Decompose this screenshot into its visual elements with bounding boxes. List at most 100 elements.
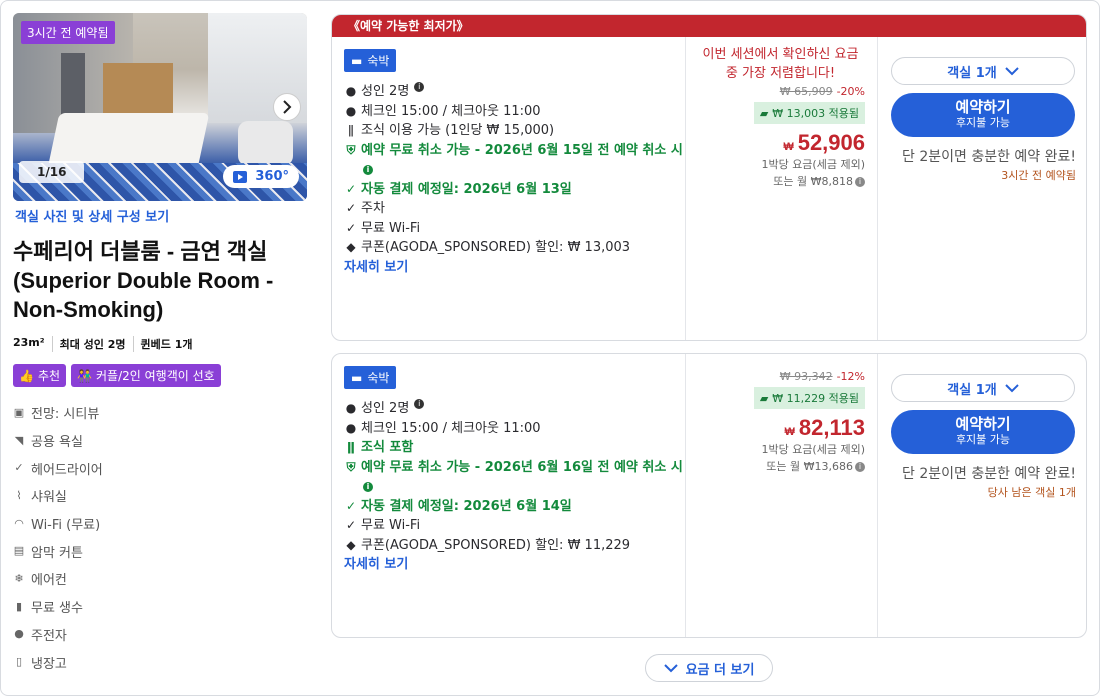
see-details-link[interactable]: 자세히 보기 — [344, 258, 408, 278]
parking-row: ✓ 주차 — [344, 199, 685, 219]
guests-label: 성인 2명 — [361, 401, 410, 416]
amenity-item: ◥ 공용 욕실 — [13, 427, 309, 455]
tag-couples: 👫 커플/2인 여행객이 선호 — [71, 364, 221, 387]
room-specs: 23m² 최대 성인 2명 퀸베드 1개 — [13, 336, 309, 352]
info-icon[interactable]: i — [855, 462, 865, 472]
room-title: 수페리어 더블룸 - 금연 객실 (Superior Double Room -… — [13, 239, 274, 322]
curtain-icon: ▤ — [13, 544, 25, 558]
amenity-label: 주전자 — [31, 628, 67, 644]
person-icon: ● — [345, 103, 357, 118]
checkin-row: ● 체크인 15:00 / 체크아웃 11:00 — [344, 419, 685, 439]
stay-badge: ▬ 숙박 — [344, 49, 397, 72]
info-icon[interactable]: i — [855, 177, 865, 187]
payment-row: ✓ 자동 결제 예정일: 2026년 6월 14일 — [344, 497, 685, 517]
check-icon: ✓ — [345, 498, 357, 513]
payment-label: 자동 결제 예정일: 2026년 6월 14일 — [361, 498, 572, 514]
price-column: 이번 세션에서 확인하신 요금 중 가장 저렴합니다! ₩ 65,909 -20%… — [685, 37, 877, 340]
offer-features: ▬ 숙박 ● 성인 2명 i ● 체크인 15:00 / 체크아웃 11:00 ǁ 조식… — [332, 354, 685, 637]
more-rates-button[interactable]: 요금 더 보기 — [645, 654, 773, 682]
info-icon[interactable]: i — [414, 399, 425, 409]
amenity-item: ⌇ 샤워실 — [13, 482, 309, 510]
water-icon: ▮ — [15, 599, 23, 613]
amenity-label: 에어컨 — [31, 573, 67, 589]
price-value: 82,113 — [798, 415, 865, 440]
booking-column: 객실 1개 예약하기 후지불 가능 단 2분이면 충분한 예약 완료! 3시간 … — [877, 37, 1086, 340]
booked-badge: 3시간 전 예약됨 — [21, 21, 115, 44]
cancel-label: 예약 무료 취소 가능 - 2026년 6월 15일 전 예약 취소 시 i — [361, 141, 685, 180]
check-icon: ✓ — [14, 461, 24, 475]
chevron-down-icon — [1005, 383, 1019, 392]
lowest-price-banner: 《예약 가능한 최저가》 — [332, 15, 1086, 37]
person-icon: ● — [345, 84, 357, 98]
coupon-applied-badge: ▰ ₩ 13,003 적용됨 — [753, 102, 865, 124]
info-icon[interactable]: i — [363, 164, 373, 175]
view-360-label: 360° — [255, 169, 289, 184]
amenity-label: 암막 커튼 — [31, 545, 83, 561]
amenity-label: 샤워실 — [31, 490, 67, 506]
chevron-right-icon — [283, 100, 292, 114]
checkin-row: ● 체크인 15:00 / 체크아웃 11:00 — [344, 102, 685, 122]
info-icon[interactable]: i — [414, 82, 425, 92]
amenity-item: ● 주전자 — [13, 621, 309, 649]
room-photos-link[interactable]: 객실 사진 및 상세 구성 보기 — [15, 206, 309, 225]
tag-label: 추천 — [37, 369, 61, 383]
meal-label: 조식 포함 — [361, 440, 414, 455]
coupon-row: ◆ 쿠폰(AGODA_SPONSORED) 할인: ₩ 13,003 — [344, 238, 685, 258]
original-price: ₩ 93,342 — [779, 370, 833, 383]
amenity-item: ▯ 냉장고 — [13, 648, 309, 676]
amenity-item: ▣ 전망: 시티뷰 — [13, 399, 309, 427]
next-photo-button[interactable] — [273, 93, 301, 121]
wifi-icon: ◠ — [14, 516, 24, 530]
amenity-label: 헤어드라이어 — [31, 462, 103, 478]
discount-percent: -12% — [836, 370, 865, 383]
bed-icon: ▬ — [351, 53, 363, 68]
final-price: ₩52,906 — [686, 130, 865, 156]
monthly-note: 또는 월 ₩8,818 i — [686, 173, 865, 190]
cancel-row: ⛨ 예약 무료 취소 가능 - 2026년 6월 16일 전 예약 취소 시 i — [344, 458, 685, 497]
coupon-label: 쿠폰(AGODA_SPONSORED) 할인: ₩ 13,003 — [361, 240, 631, 255]
shield-icon: ⛨ — [346, 459, 356, 474]
extra-label: 무료 Wi-Fi — [361, 220, 421, 236]
see-details-link[interactable]: 자세히 보기 — [344, 555, 408, 575]
tag-recommended: 👍 추천 — [13, 364, 67, 387]
detail-row: 자세히 보기 — [344, 258, 685, 278]
thumbs-up-icon: 👍 — [19, 368, 34, 383]
extra-label: 주차 — [361, 201, 385, 216]
monthly-label: 또는 월 ₩8,818 — [773, 175, 853, 188]
room-count-select[interactable]: 객실 1개 — [891, 57, 1075, 85]
room-count-select[interactable]: 객실 1개 — [891, 374, 1075, 402]
payment-label: 자동 결제 예정일: 2026년 6월 13일 — [361, 181, 572, 197]
stay-label: 숙박 — [367, 54, 390, 68]
check-icon: ✓ — [345, 201, 357, 215]
ticket-icon: ▰ — [759, 391, 769, 405]
amenity-item: ✓ 헤어드라이어 — [13, 454, 309, 482]
booking-column: 객실 1개 예약하기 후지불 가능 단 2분이면 충분한 예약 완료! 당사 남… — [877, 354, 1086, 637]
view-icon: ▣ — [13, 405, 25, 419]
room-photo[interactable]: 3시간 전 예약됨 1/16 360° — [13, 13, 307, 201]
quick-booking-note: 단 2분이면 충분한 예약 완료! — [902, 149, 1076, 165]
book-button[interactable]: 예약하기 후지불 가능 — [891, 93, 1075, 137]
meal-row: ǁ 조식 이용 가능 (1인당 ₩ 15,000) — [344, 121, 685, 141]
room-count-label: 객실 1개 — [947, 65, 997, 81]
book-button[interactable]: 예약하기 후지불 가능 — [891, 410, 1075, 454]
room-size: 23m² — [13, 336, 45, 349]
coupon-applied-label: ₩ 13,003 적용됨 — [772, 107, 859, 120]
bed-icon: ▬ — [351, 370, 363, 385]
info-icon[interactable]: i — [363, 481, 373, 492]
amenity-item: ◠ Wi-Fi (무료) — [13, 510, 309, 538]
amenity-item: ▤ 암막 커튼 — [13, 537, 309, 565]
final-price: ₩82,113 — [686, 415, 865, 441]
photo-counter: 1/16 — [19, 161, 85, 183]
kettle-icon: ● — [14, 627, 24, 641]
play-icon — [233, 170, 248, 183]
offer-card: ▬ 숙박 ● 성인 2명 i ● 체크인 15:00 / 체크아웃 11:00 ǁ 조식… — [331, 353, 1087, 638]
aircon-icon: ❄ — [14, 571, 24, 585]
guests-row: ● 성인 2명 i — [344, 399, 685, 419]
view-360-button[interactable]: 360° — [223, 165, 299, 188]
guests-row: ● 성인 2명 i — [344, 82, 685, 102]
monthly-note: 또는 월 ₩13,686 i — [686, 458, 865, 475]
check-icon: ✓ — [345, 181, 357, 196]
coupon-applied-label: ₩ 11,229 적용됨 — [772, 392, 859, 405]
discount-percent: -20% — [836, 85, 865, 98]
fridge-icon: ▯ — [15, 655, 23, 669]
